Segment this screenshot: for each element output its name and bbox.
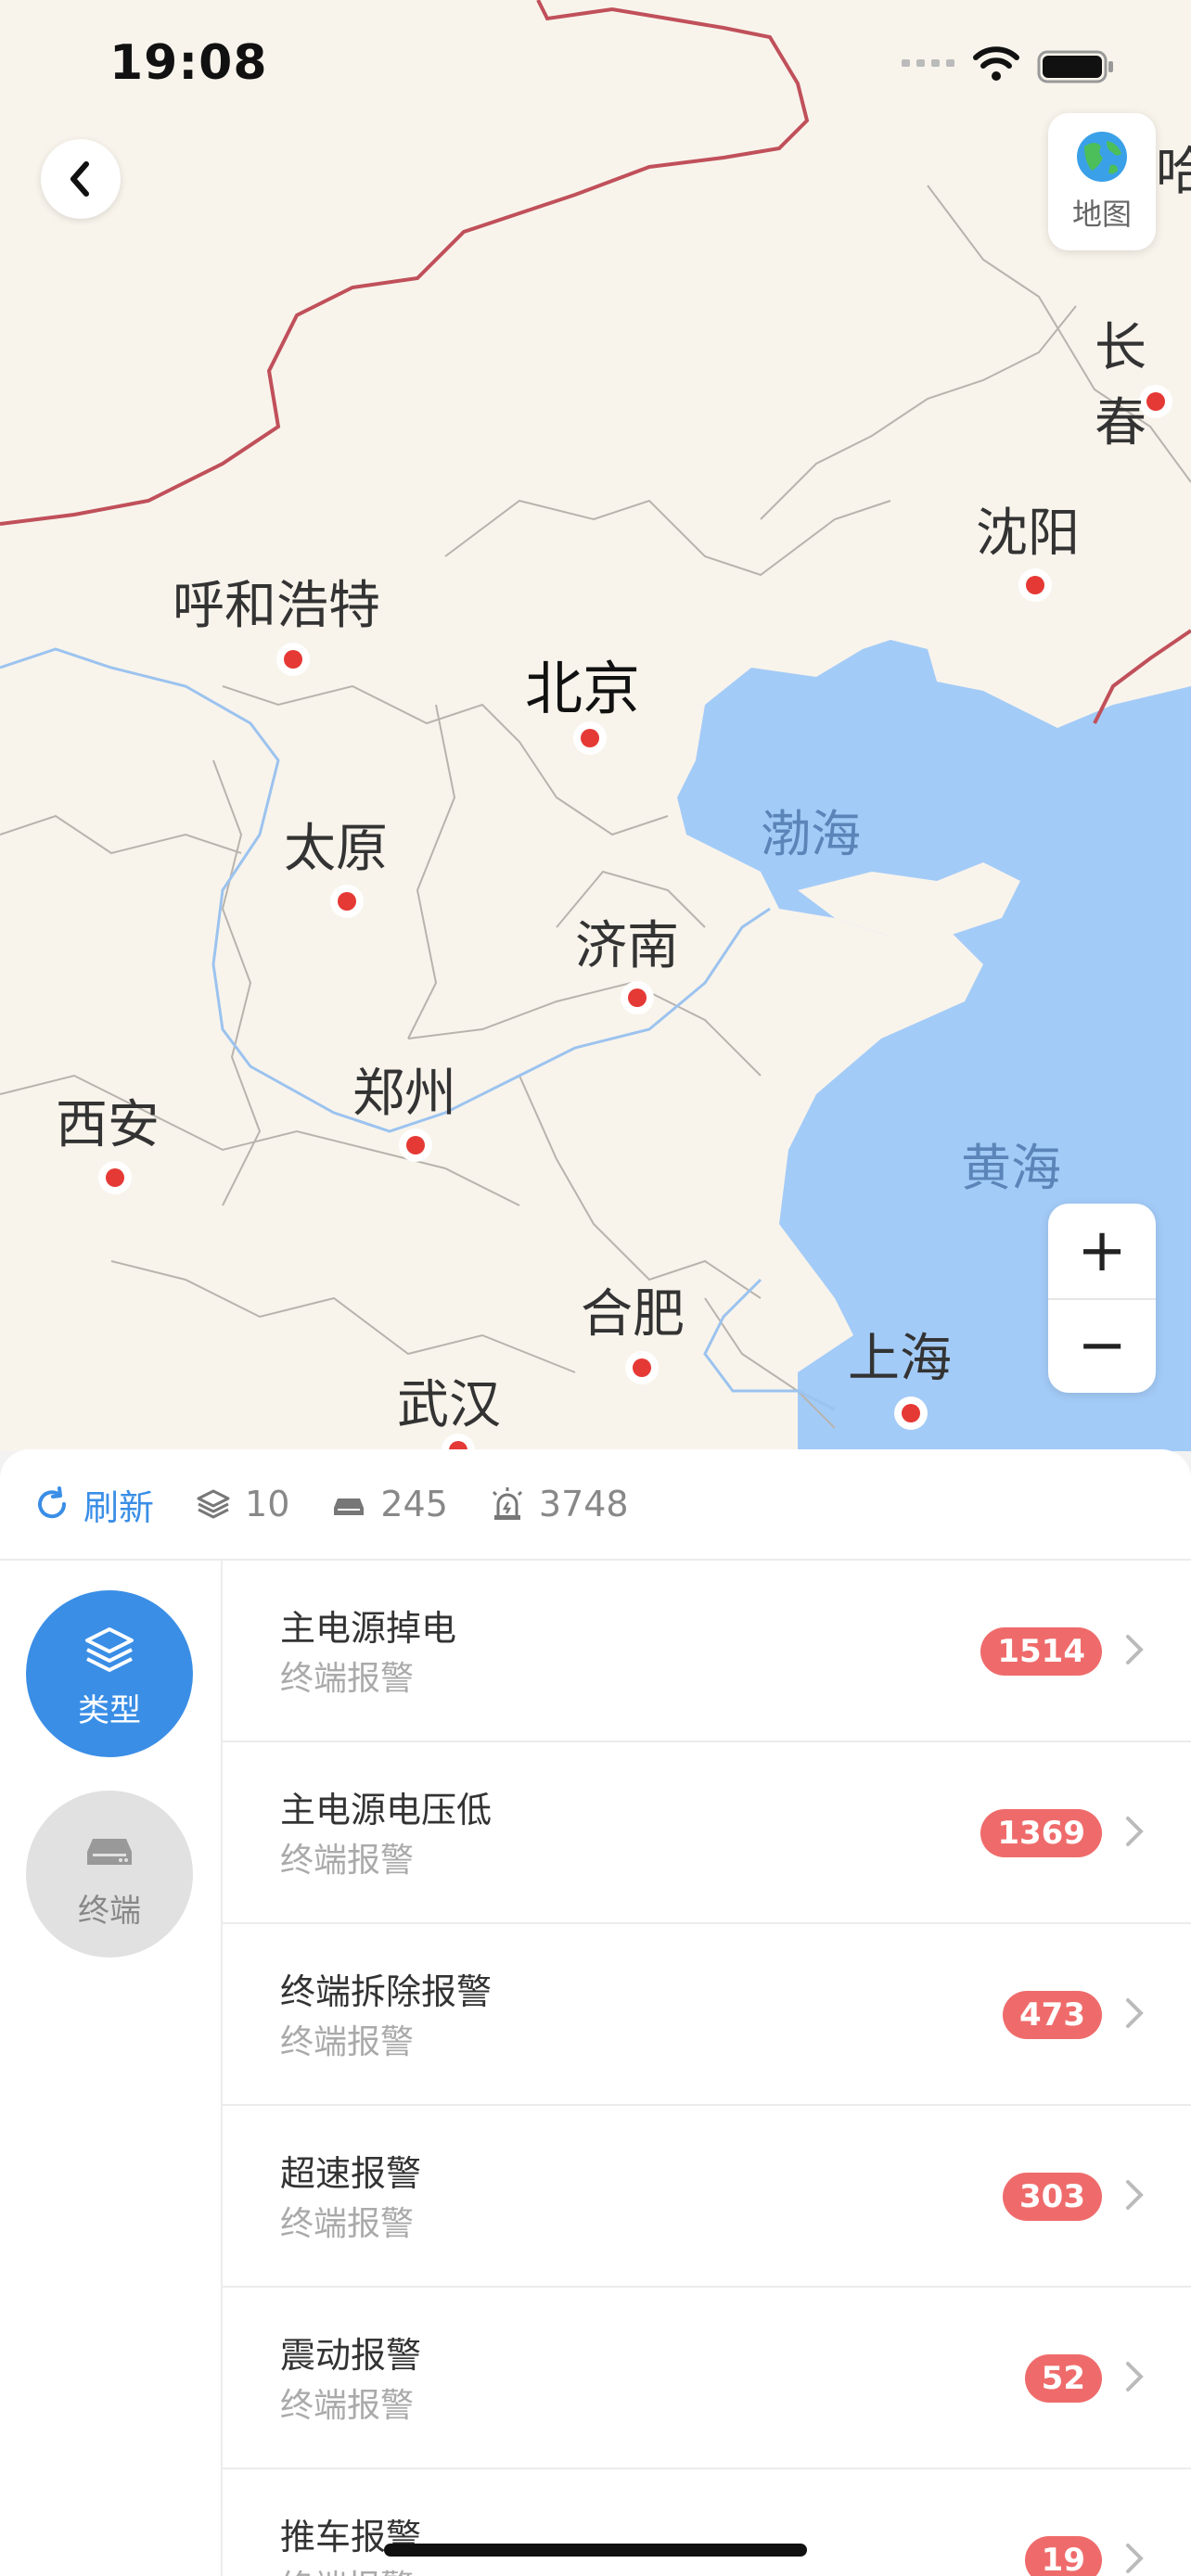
- alarms-count-item: 3748: [489, 1484, 629, 1524]
- status-time: 19:08: [109, 35, 268, 91]
- alarm-siren-icon: [492, 1487, 522, 1520]
- map-layer-button[interactable]: 地图: [1048, 113, 1156, 250]
- city-label-hohhot: 呼和浩特: [173, 576, 380, 636]
- refresh-label: 刷新: [83, 1486, 155, 1528]
- tab-type[interactable]: 类型: [26, 1590, 193, 1757]
- zoom-in-button[interactable]: +: [1048, 1204, 1156, 1298]
- alarm-count-badge: 303: [1003, 2173, 1102, 2221]
- map-view[interactable]: 哈 长春 沈阳 呼和浩特 北京 太原 济南 郑州 西安 合肥 武汉 上海 渤海 …: [0, 0, 1191, 1451]
- alarm-row[interactable]: 超速报警 终端报警 303: [223, 2106, 1191, 2288]
- city-label-changchun: 长春: [1095, 318, 1146, 453]
- city-marker-shanghai: [894, 1396, 928, 1430]
- terminals-count-item: 245: [330, 1484, 448, 1524]
- map-layer-label: 地图: [1071, 197, 1132, 232]
- terminal-device-icon: [334, 1498, 365, 1515]
- alarm-title: 终端拆除报警: [280, 1971, 493, 2012]
- summary-toolbar: 刷新 10 245 3748: [0, 1449, 1191, 1561]
- sea-label-bohai: 渤海: [761, 805, 861, 863]
- city-marker-xian: [98, 1161, 132, 1194]
- chevron-right-icon: [1126, 2180, 1144, 2210]
- alarm-row[interactable]: 主电源电压低 终端报警 1369: [223, 1742, 1191, 1924]
- city-marker-taiyuan: [330, 885, 364, 918]
- alarm-title: 主电源电压低: [280, 1790, 493, 1830]
- wifi-icon: [973, 46, 1019, 81]
- city-marker-hohhot: [276, 643, 310, 676]
- refresh-icon: [38, 1486, 67, 1519]
- terminal-device-icon: [87, 1839, 132, 1865]
- chevron-right-icon: [1126, 1817, 1144, 1846]
- city-label-harbin: 哈: [1156, 142, 1191, 202]
- alarm-row[interactable]: 主电源掉电 终端报警 1514: [223, 1561, 1191, 1742]
- globe-icon: [1077, 132, 1127, 182]
- alarm-count-badge: 473: [1003, 1991, 1102, 2039]
- refresh-button[interactable]: 刷新: [33, 1479, 154, 1530]
- city-label-wuhan: 武汉: [397, 1375, 501, 1435]
- city-label-jinan: 济南: [575, 916, 679, 976]
- alarm-subtitle: 终端报警: [280, 2387, 415, 2425]
- panel-body: 类型 终端 主电源掉电 终端报警 1514 主电源电压低 终端报警 1369 终…: [0, 1561, 1191, 2576]
- chevron-right-icon: [1126, 2544, 1144, 2573]
- cellular-signal-icon: [902, 59, 954, 67]
- back-button[interactable]: [41, 139, 121, 219]
- chevron-left-icon: [70, 161, 89, 197]
- layers-count: 10: [245, 1484, 290, 1524]
- category-sidebar: 类型 终端: [0, 1561, 223, 2576]
- alarm-title: 超速报警: [280, 2153, 422, 2194]
- terminals-count: 245: [380, 1484, 448, 1524]
- alarm-row[interactable]: 推车报警 终端报警 19: [223, 2469, 1191, 2576]
- tab-terminal-label: 终端: [78, 1893, 141, 1930]
- alarm-count-badge: 1514: [980, 1627, 1102, 1676]
- city-marker-shenyang: [1018, 568, 1052, 602]
- map-canvas[interactable]: [0, 0, 1191, 1451]
- sea-label-huanghai: 黄海: [961, 1139, 1061, 1197]
- city-label-taiyuan: 太原: [284, 819, 388, 879]
- home-indicator[interactable]: [384, 2544, 807, 2557]
- city-label-beijing: 北京: [525, 655, 641, 722]
- alarm-row[interactable]: 震动报警 终端报警 52: [223, 2288, 1191, 2469]
- chevron-right-icon: [1126, 1635, 1144, 1664]
- alarm-subtitle: 终端报警: [280, 1842, 415, 1880]
- city-label-hefei: 合肥: [581, 1284, 685, 1345]
- battery-icon: [1037, 50, 1113, 83]
- city-label-zhengzhou: 郑州: [352, 1064, 456, 1124]
- alarm-subtitle: 终端报警: [280, 2023, 415, 2061]
- chevron-right-icon: [1126, 2362, 1144, 2391]
- alarm-list: 主电源掉电 终端报警 1514 主电源电压低 终端报警 1369 终端拆除报警 …: [223, 1561, 1191, 2576]
- zoom-out-button[interactable]: −: [1048, 1298, 1156, 1393]
- alarms-count: 3748: [538, 1484, 629, 1524]
- alarm-title: 震动报警: [280, 2335, 422, 2376]
- city-label-shenyang: 沈阳: [976, 504, 1080, 564]
- alarm-title: 主电源掉电: [280, 1608, 457, 1649]
- city-marker-beijing: [573, 721, 607, 755]
- bottom-panel: 刷新 10 245 3748 类型 终端 主电源掉电 终端报警 1514 主电源…: [0, 1449, 1191, 2576]
- alarm-count-badge: 52: [1024, 2354, 1102, 2403]
- alarm-count-badge: 1369: [980, 1809, 1102, 1857]
- alarm-row[interactable]: 终端拆除报警 终端报警 473: [223, 1924, 1191, 2106]
- alarm-subtitle: 终端报警: [280, 1660, 415, 1698]
- city-marker-jinan: [621, 981, 654, 1014]
- city-label-shanghai: 上海: [848, 1329, 952, 1389]
- city-marker-hefei: [625, 1351, 659, 1384]
- layers-count-item: 10: [195, 1484, 289, 1524]
- city-marker-zhengzhou: [399, 1129, 432, 1162]
- zoom-divider: [1048, 1298, 1156, 1300]
- zoom-control: + −: [1048, 1204, 1156, 1393]
- alarm-subtitle: 终端报警: [280, 2205, 415, 2243]
- alarm-subtitle: 终端报警: [280, 2560, 414, 2576]
- alarm-count-badge: 19: [1024, 2536, 1102, 2576]
- chevron-right-icon: [1126, 1998, 1144, 2028]
- city-label-xian: 西安: [56, 1095, 160, 1155]
- status-bar: 19:08: [0, 0, 1191, 130]
- tab-type-label: 类型: [78, 1692, 141, 1729]
- tab-terminal[interactable]: 终端: [26, 1791, 193, 1958]
- layers-icon: [197, 1489, 230, 1519]
- layers-icon: [85, 1627, 134, 1672]
